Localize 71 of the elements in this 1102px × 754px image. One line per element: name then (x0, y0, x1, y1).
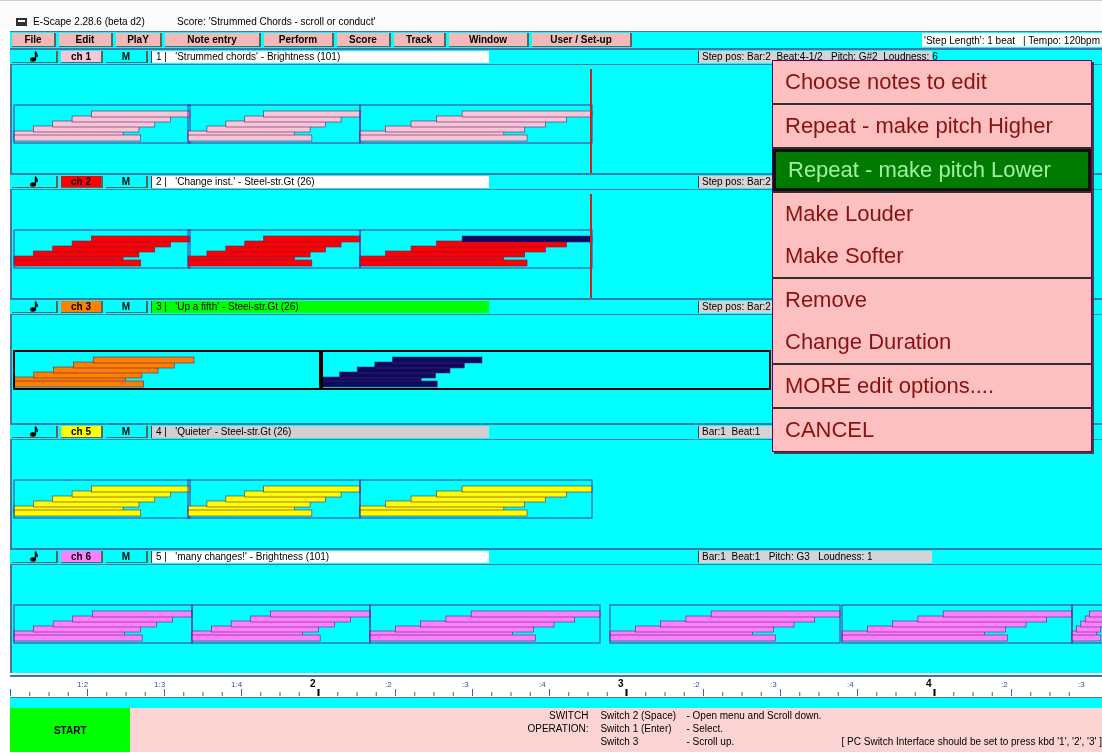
menu-item[interactable]: Score (337, 33, 391, 47)
ruler-label: 1:4 (231, 680, 243, 689)
help-note: [ PC Switch Interface should be set to press kbd '1', '2', '3' ] (841, 736, 1102, 747)
menu-option[interactable]: Change Duration (773, 321, 1091, 363)
note-icon (30, 176, 38, 187)
note-icon (30, 426, 38, 437)
ruler-label: :2 (693, 680, 700, 689)
menu-item[interactable]: Edit (59, 33, 113, 47)
ruler-label: :2 (1001, 680, 1008, 689)
tempo: | Tempo: 120bpm (1023, 34, 1100, 46)
mute-button[interactable]: M (106, 551, 148, 563)
track-name[interactable]: 4 | 'Quieter' - Steel-str.Gt (26) (151, 426, 489, 438)
switch-name: Switch 3 (600, 736, 640, 748)
ruler-label: :3 (1078, 680, 1085, 689)
app-icon (16, 17, 27, 27)
menu-option[interactable]: Repeat - make pitch Lower (773, 149, 1091, 191)
menu-item[interactable]: Window (449, 33, 529, 47)
mute-button[interactable]: M (106, 51, 148, 63)
ruler-label: :3 (770, 680, 777, 689)
track-name[interactable]: 5 | 'many changes!' - Brightness (101) (151, 551, 489, 563)
help-label: OPERATION: (527, 723, 589, 734)
channel-button[interactable]: ch 5 (61, 426, 103, 438)
track-name[interactable]: 1 | 'Strummed chords' - Brightness (101) (151, 51, 489, 63)
note-icon-button[interactable] (12, 551, 58, 563)
ruler-label: 3 (618, 678, 624, 689)
track-name[interactable]: 3 | 'Up a fifth' - Steel-str.Gt (26) (151, 301, 489, 313)
menu-item[interactable]: User / Set-up (532, 33, 632, 47)
menu-option[interactable]: MORE edit options.... (773, 365, 1091, 407)
menu-option[interactable]: Make Softer (773, 235, 1091, 277)
menu-option[interactable]: Repeat - make pitch Higher (773, 105, 1091, 147)
ruler-label: 4 (926, 678, 932, 689)
switch-name: Switch 2 (Space) (600, 710, 678, 722)
ruler-label: 1:3 (154, 680, 166, 689)
switch-name: Switch 1 (Enter) (600, 723, 673, 735)
channel-button[interactable]: ch 2 (61, 176, 103, 188)
ruler-label: :3 (462, 680, 469, 689)
channel-button[interactable]: ch 6 (61, 551, 103, 563)
note-icon (30, 301, 38, 312)
app-name: E-Scape 2.28.6 (beta d2) (33, 16, 146, 27)
ruler-label: 2 (310, 678, 316, 689)
window-title: Score: 'Strummed Chords - scroll or conduct' (177, 16, 376, 27)
mute-button[interactable]: M (106, 176, 148, 188)
note-icon (30, 551, 38, 562)
menu-item[interactable]: Note entry (165, 33, 261, 47)
note-icon-button[interactable] (12, 426, 58, 438)
mute-button[interactable]: M (106, 301, 148, 313)
note-icon-button[interactable] (12, 51, 58, 63)
switch-action: - Scroll up. (686, 736, 736, 748)
note-icon-button[interactable] (12, 301, 58, 313)
menu-item[interactable]: PlaY (116, 33, 162, 47)
switch-action: - Select. (686, 723, 725, 735)
switch-action: - Open menu and Scroll down. (686, 710, 822, 722)
menu-item[interactable]: Perform (264, 33, 334, 47)
menu-option[interactable]: Choose notes to edit (773, 61, 1091, 103)
menu-option[interactable]: Make Louder (773, 193, 1091, 235)
note-icon (30, 51, 38, 62)
step-position: Bar:1 Beat:1 Pitch: G3 Loudness: 1 (698, 551, 932, 563)
menu-item[interactable]: File (12, 33, 56, 47)
ruler-label: :4 (847, 680, 854, 689)
track-name[interactable]: 2 | 'Change inst.' - Steel-str.Gt (26) (151, 176, 489, 188)
step-length: 'Step Length': 1 beat (923, 34, 1016, 46)
menu-item[interactable]: Track (394, 33, 446, 47)
ruler-label: 1:2 (77, 680, 89, 689)
ruler-label: :2 (385, 680, 392, 689)
channel-button[interactable]: ch 1 (61, 51, 103, 63)
help-label: SWITCH (549, 710, 589, 721)
start-button[interactable]: START (10, 708, 131, 752)
channel-button[interactable]: ch 3 (61, 301, 103, 313)
ruler-label: :4 (539, 680, 546, 689)
mute-button[interactable]: M (106, 426, 148, 438)
note-icon-button[interactable] (12, 176, 58, 188)
